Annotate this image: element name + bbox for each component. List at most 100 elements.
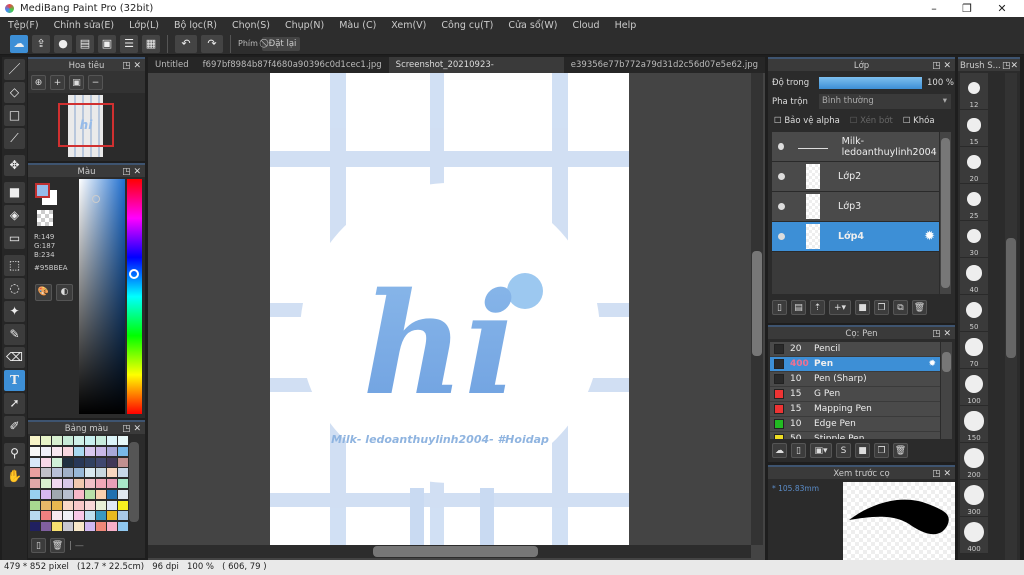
brush-size-option[interactable]: 200 [960, 443, 988, 480]
palette-swatch[interactable] [118, 479, 128, 489]
palette-swatch[interactable] [118, 489, 128, 499]
move-tool-icon[interactable]: ✥ [4, 155, 25, 176]
brush-row[interactable]: 15 G Pen [770, 387, 940, 402]
palette-swatch[interactable] [85, 479, 95, 489]
menu-item[interactable]: Chỉnh sửa(E) [54, 20, 115, 31]
new-1bit-layer-icon[interactable]: ⇡ [810, 300, 825, 315]
brush-size-option[interactable]: 400 [960, 517, 988, 554]
visibility-toggle-icon[interactable] [778, 173, 785, 180]
navigator-preview[interactable]: hi [28, 93, 145, 159]
menu-item[interactable]: Bộ lọc(R) [174, 20, 217, 31]
palette-swatch[interactable] [52, 489, 62, 499]
folder-icon[interactable]: ■ [855, 300, 870, 315]
brush-size-option[interactable]: 100 [960, 369, 988, 406]
palette-swatch[interactable] [52, 457, 62, 467]
brush-row[interactable]: 10 Pen (Sharp) [770, 372, 940, 387]
palette-swatch[interactable] [74, 500, 84, 510]
palette-swatch[interactable] [118, 457, 128, 467]
visibility-toggle-icon[interactable] [778, 203, 785, 210]
operation-tool-icon[interactable]: ➚ [4, 393, 25, 414]
palette-swatch[interactable] [107, 500, 117, 510]
palette-swatch[interactable] [96, 446, 106, 456]
palette-icon[interactable]: 🎨 [35, 284, 52, 301]
brush-size-option[interactable]: 12 [960, 73, 988, 110]
menu-item[interactable]: Xem(V) [391, 20, 426, 31]
brush-row[interactable]: 15 Mapping Pen [770, 402, 940, 417]
palette-scrollbar[interactable] [129, 442, 139, 522]
brush-size-option[interactable]: 30 [960, 221, 988, 258]
navigator-viewport[interactable]: hi [58, 103, 114, 147]
menu-item[interactable]: Chụp(N) [285, 20, 324, 31]
horizontal-scrollbar[interactable] [148, 545, 751, 558]
panel-controls-icon[interactable]: ◳ ✕ [932, 327, 951, 341]
select-tool-icon[interactable]: ⬚ [4, 255, 25, 276]
palette-swatch[interactable] [63, 457, 73, 467]
palette-swatch[interactable] [96, 436, 106, 445]
document-tab[interactable]: Untitled [148, 57, 196, 73]
palette-swatch[interactable] [41, 468, 51, 478]
menu-item[interactable]: Tệp(F) [8, 20, 39, 31]
panel-controls-icon[interactable]: ◳ ✕ [932, 467, 951, 481]
palette-swatch[interactable] [63, 446, 73, 456]
new-layer-icon[interactable]: ▯ [772, 300, 787, 315]
select-pen-tool-icon[interactable]: ✎ [4, 324, 25, 345]
duplicate-layer-icon[interactable]: ❐ [874, 300, 889, 315]
grid-icon[interactable]: ▦ [142, 34, 160, 53]
palette-swatch[interactable] [118, 468, 128, 478]
lock-checkbox[interactable]: ☐ Khóa [903, 116, 935, 126]
canvas-area[interactable]: hi Milk- ledoanthuylinh2004- #Hoidap [148, 73, 765, 560]
brush-size-option[interactable]: 50 [960, 295, 988, 332]
foreground-color-swatch[interactable] [35, 183, 50, 198]
palette-swatch[interactable] [118, 511, 128, 521]
palette-swatch[interactable] [107, 446, 117, 456]
palette-swatch[interactable] [107, 436, 117, 445]
gradient-tool-icon[interactable]: ▭ [4, 228, 25, 249]
palette-swatch[interactable] [85, 446, 95, 456]
dot-tool-icon[interactable]: ⟋ [4, 128, 25, 149]
palette-swatch[interactable] [74, 479, 84, 489]
hue-slider[interactable] [127, 179, 142, 414]
eraser-tool-icon[interactable]: ◇ [4, 82, 25, 103]
panel-controls-icon[interactable]: ◳ ✕ [122, 59, 141, 73]
brush-size-option[interactable]: 70 [960, 332, 988, 369]
undo-icon[interactable]: ↶ [175, 34, 197, 53]
new-brush-icon[interactable]: ▯ [791, 443, 806, 458]
brush-settings-icon[interactable]: ✹ [928, 359, 936, 369]
delete-brush-icon[interactable]: 🗑 [893, 443, 908, 458]
blend-select[interactable]: Bình thường ▾ [819, 94, 951, 109]
palette-swatch[interactable] [74, 468, 84, 478]
layer-row[interactable]: Milk- ledoanthuylinh2004 [772, 132, 939, 162]
redo-icon[interactable]: ↷ [201, 34, 223, 53]
brush-size-option[interactable]: 300 [960, 480, 988, 517]
palette-swatch[interactable] [96, 489, 106, 499]
palette-swatch[interactable] [96, 468, 106, 478]
palette-swatch[interactable] [85, 522, 95, 532]
add-layer-menu-icon[interactable]: +▾ [829, 300, 851, 315]
menu-item[interactable]: Công cụ(T) [441, 20, 493, 31]
menu-item[interactable]: Màu (C) [339, 20, 376, 31]
hand-tool-icon[interactable]: ✋ [4, 466, 25, 487]
zoom-fit-icon[interactable]: ⊕ [31, 75, 46, 90]
palette-swatch[interactable] [41, 500, 51, 510]
palette-swatch[interactable] [107, 522, 117, 532]
palette-swatch[interactable] [96, 511, 106, 521]
message-icon[interactable]: ▤ [76, 34, 94, 53]
palette-swatch[interactable] [41, 489, 51, 499]
palette-swatch[interactable] [85, 500, 95, 510]
brush-scrollbar[interactable] [941, 342, 952, 439]
palette-swatch[interactable] [63, 479, 73, 489]
document-tab[interactable]: e39356e77b772a79d31d2c56d07e5e62.jpg [564, 57, 765, 73]
visibility-toggle-icon[interactable] [778, 233, 785, 240]
new-halftone-layer-icon[interactable]: ▤ [791, 300, 806, 315]
delete-palette-icon[interactable]: 🗑 [50, 538, 65, 553]
palette-swatch[interactable] [96, 522, 106, 532]
palette-swatch[interactable] [63, 468, 73, 478]
palette-swatch[interactable] [63, 436, 73, 445]
menu-item[interactable]: Cloud [572, 20, 599, 31]
panel-controls-icon[interactable]: ◳ ✕ [122, 422, 141, 436]
menu-item[interactable]: Chọn(S) [232, 20, 270, 31]
maximize-button[interactable]: ❐ [952, 0, 982, 17]
new-palette-icon[interactable]: ▯ [31, 538, 46, 553]
menu-item[interactable]: Cửa sổ(W) [508, 20, 557, 31]
share-icon[interactable]: ⇪ [32, 34, 50, 53]
